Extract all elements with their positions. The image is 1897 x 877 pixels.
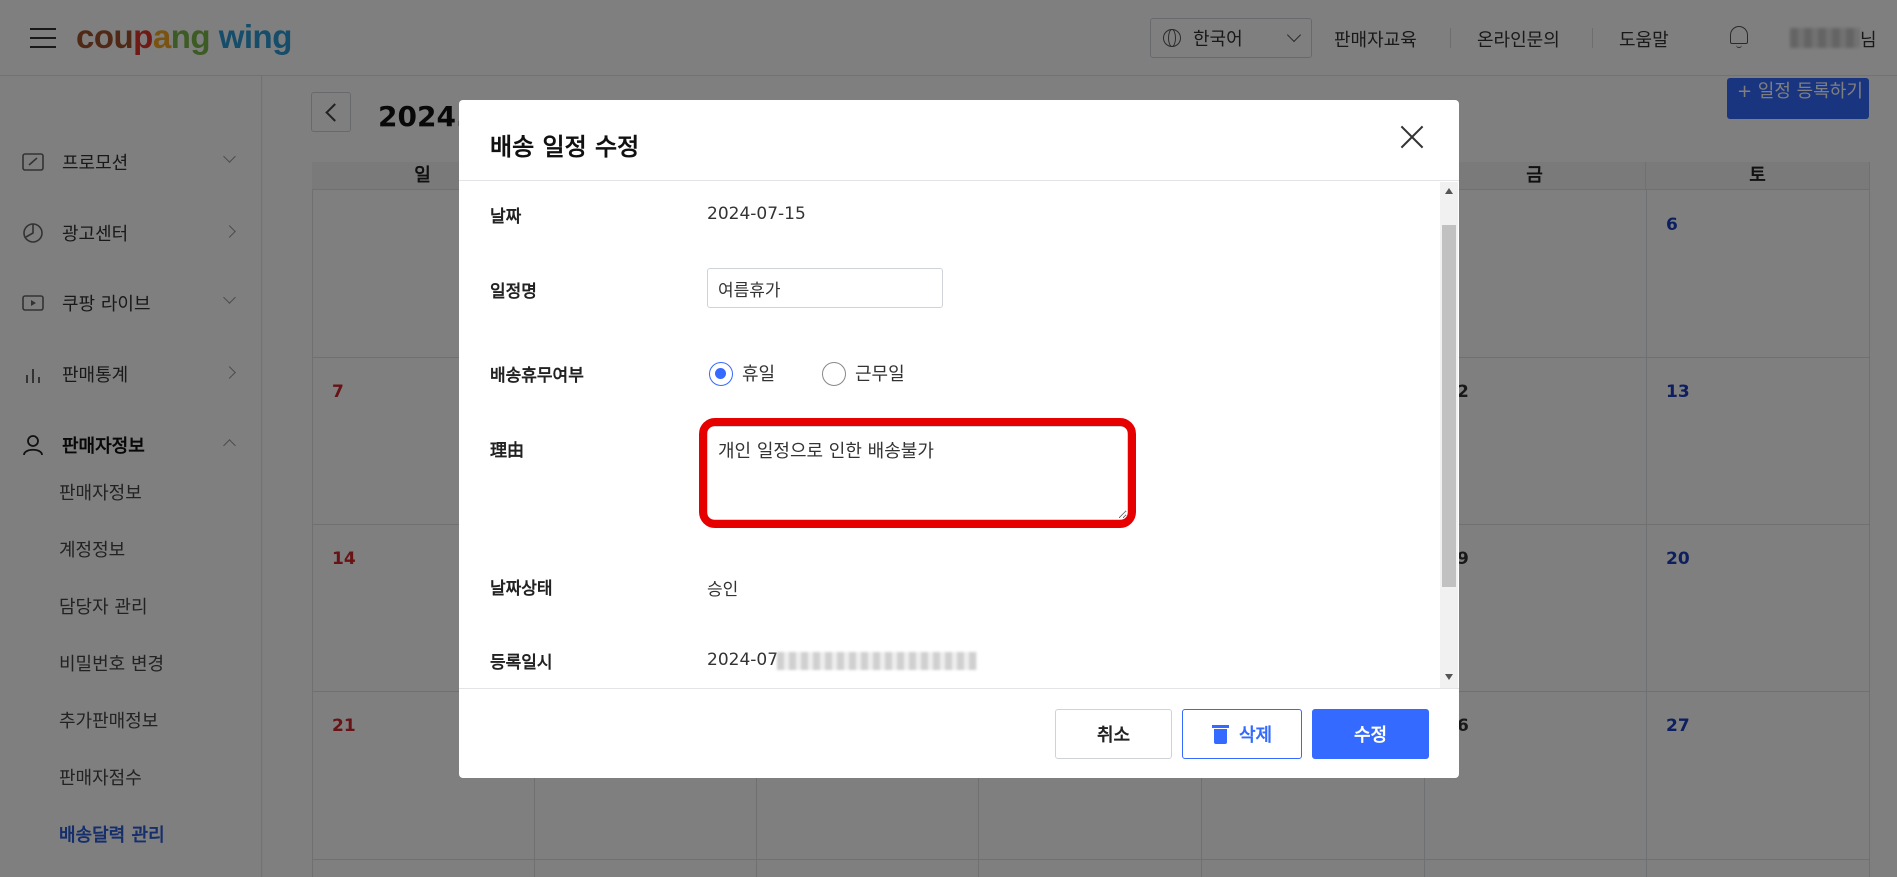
close-icon[interactable] <box>1397 122 1427 152</box>
schedule-name-input[interactable] <box>707 268 943 308</box>
schedule-name-label: 일정명 <box>490 282 537 302</box>
registered-at-redacted <box>777 652 977 670</box>
date-value: 2024-07-15 <box>707 204 806 224</box>
reason-label: 理由 <box>490 441 524 461</box>
save-button[interactable]: 수정 <box>1312 709 1429 759</box>
edit-schedule-modal: 배송 일정 수정 날짜 2024-07-15 일정명 배송휴무여부 휴일 근무일… <box>459 100 1459 778</box>
date-status-label: 날짜상태 <box>490 579 553 599</box>
registered-at-value: 2024-07- <box>707 650 785 670</box>
delete-button-label: 삭제 <box>1238 725 1273 746</box>
workday-radio-label[interactable]: 근무일 <box>855 360 905 386</box>
highlight-box <box>699 418 1136 528</box>
workday-radio[interactable] <box>822 362 846 386</box>
trash-icon <box>1211 724 1229 744</box>
cancel-button[interactable]: 취소 <box>1055 709 1172 759</box>
modal-scrollbar-thumb[interactable] <box>1442 225 1456 587</box>
registered-at-label: 등록일시 <box>490 653 553 673</box>
cancel-button-label: 취소 <box>1096 725 1131 746</box>
delete-button[interactable]: 삭제 <box>1182 709 1302 759</box>
divider <box>459 688 1459 689</box>
holiday-radio[interactable] <box>709 362 733 386</box>
save-button-label: 수정 <box>1353 725 1388 746</box>
holiday-radio-label[interactable]: 휴일 <box>742 360 775 386</box>
date-label: 날짜 <box>490 207 522 227</box>
divider <box>459 180 1459 181</box>
modal-title: 배송 일정 수정 <box>490 133 640 161</box>
scroll-up-arrow-icon[interactable] <box>1445 188 1453 194</box>
scroll-down-arrow-icon[interactable] <box>1445 674 1453 680</box>
date-status-value: 승인 <box>707 580 739 600</box>
delivery-holiday-label: 배송휴무여부 <box>490 366 584 386</box>
